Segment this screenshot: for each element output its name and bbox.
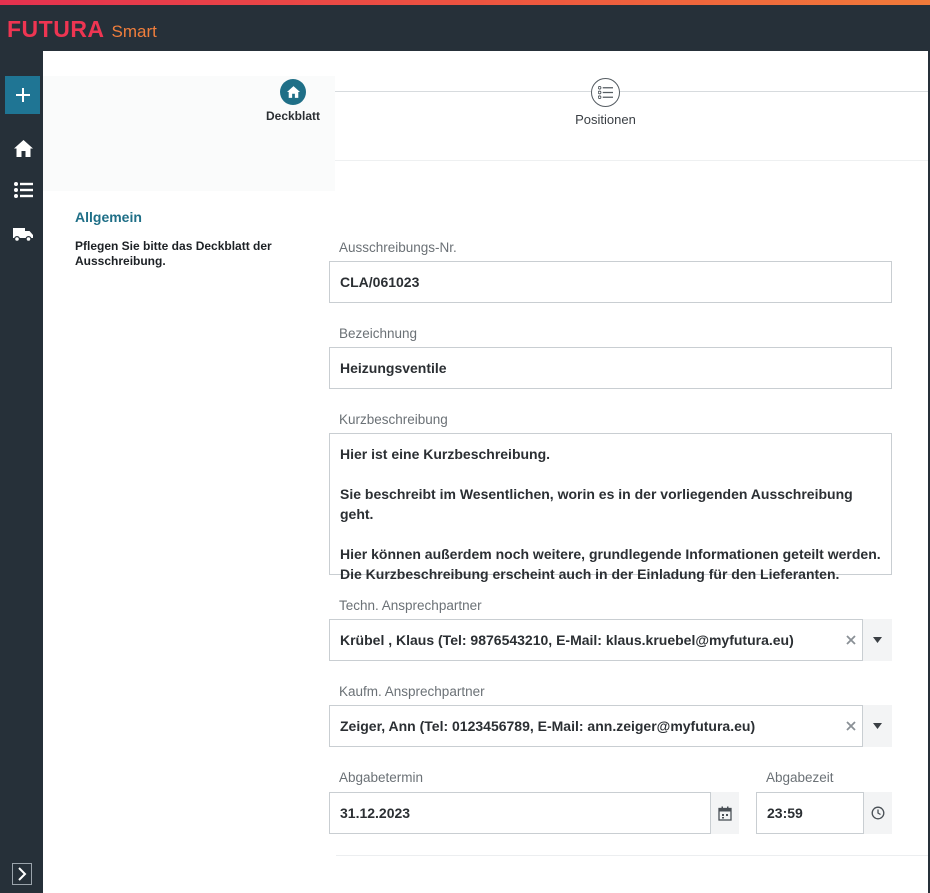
- stepper-divider: [335, 160, 930, 161]
- step-positionen-label[interactable]: Positionen: [543, 112, 668, 127]
- abgabezeit-value: 23:59: [767, 805, 803, 821]
- time-button[interactable]: [863, 792, 892, 834]
- abgabetermin-input[interactable]: 31.12.2023: [329, 792, 739, 834]
- step-positionen[interactable]: [591, 78, 620, 107]
- sidebar-item-home[interactable]: [12, 138, 34, 158]
- kurzbeschreibung-value: Hier ist eine Kurzbeschreibung. Sie besc…: [340, 446, 881, 582]
- kurzbeschreibung-textarea[interactable]: Hier ist eine Kurzbeschreibung. Sie besc…: [329, 433, 892, 582]
- form-bottom-divider: [336, 855, 930, 856]
- kaufm-ansprechpartner-label: Kaufm. Ansprechpartner: [339, 684, 485, 699]
- chevron-right-icon: [18, 867, 27, 881]
- sidebar-expand-button[interactable]: [12, 863, 32, 885]
- logo-main-text: FUTURA: [7, 16, 105, 42]
- bezeichnung-input[interactable]: Heizungsventile: [329, 347, 892, 389]
- techn-ansprechpartner-label: Techn. Ansprechpartner: [339, 598, 482, 613]
- clock-icon: [871, 806, 885, 820]
- logo-sub-text: Smart: [111, 22, 157, 41]
- top-bar: FUTURA Smart: [0, 5, 930, 51]
- list-icon: [598, 86, 613, 99]
- ausschreibungs-nr-input[interactable]: CLA/061023: [329, 261, 892, 303]
- kaufm-clear-button[interactable]: [843, 718, 859, 734]
- sidebar-item-delivery[interactable]: [12, 224, 34, 244]
- step-deckblatt-label[interactable]: Deckblatt: [243, 109, 343, 123]
- home-icon: [286, 86, 300, 98]
- sidebar: [0, 51, 43, 893]
- step-deckblatt[interactable]: [280, 79, 306, 105]
- stepper: Deckblatt Positionen: [43, 51, 930, 191]
- truck-icon: [13, 227, 33, 242]
- plus-icon: [15, 88, 30, 102]
- kurzbeschreibung-label: Kurzbeschreibung: [339, 412, 448, 427]
- section-description: Pflegen Sie bitte das Deckblatt der Auss…: [75, 239, 272, 268]
- calendar-button[interactable]: [710, 792, 739, 834]
- calendar-icon: [718, 806, 732, 821]
- step-connector: [335, 91, 930, 92]
- abgabetermin-label: Abgabetermin: [339, 770, 424, 785]
- abgabetermin-value: 31.12.2023: [340, 805, 411, 821]
- add-button[interactable]: [5, 76, 40, 114]
- techn-dropdown-button[interactable]: [862, 619, 892, 661]
- close-icon: [846, 721, 856, 731]
- techn-ansprechpartner-select[interactable]: Krübel , Klaus (Tel: 9876543210, E-Mail:…: [329, 619, 892, 661]
- bezeichnung-value: Heizungsventile: [340, 360, 447, 376]
- kaufm-dropdown-button[interactable]: [862, 705, 892, 747]
- abgabezeit-input[interactable]: 23:59: [756, 792, 892, 834]
- close-icon: [846, 635, 856, 645]
- kaufm-ansprechpartner-select[interactable]: Zeiger, Ann (Tel: 0123456789, E-Mail: an…: [329, 705, 892, 747]
- techn-ansprechpartner-value: Krübel , Klaus (Tel: 9876543210, E-Mail:…: [340, 632, 794, 648]
- sidebar-item-list[interactable]: [12, 180, 34, 200]
- section-title: Allgemein: [75, 209, 142, 225]
- ausschreibungs-nr-label: Ausschreibungs-Nr.: [339, 240, 457, 255]
- ausschreibungs-nr-value: CLA/061023: [340, 274, 420, 290]
- list-icon: [13, 182, 33, 198]
- techn-clear-button[interactable]: [843, 632, 859, 648]
- caret-down-icon: [873, 637, 882, 643]
- caret-down-icon: [873, 723, 882, 729]
- abgabezeit-label: Abgabezeit: [766, 770, 834, 785]
- bezeichnung-label: Bezeichnung: [339, 326, 418, 341]
- home-icon: [13, 139, 33, 157]
- kaufm-ansprechpartner-value: Zeiger, Ann (Tel: 0123456789, E-Mail: an…: [340, 718, 756, 734]
- app-logo[interactable]: FUTURA Smart: [7, 16, 157, 43]
